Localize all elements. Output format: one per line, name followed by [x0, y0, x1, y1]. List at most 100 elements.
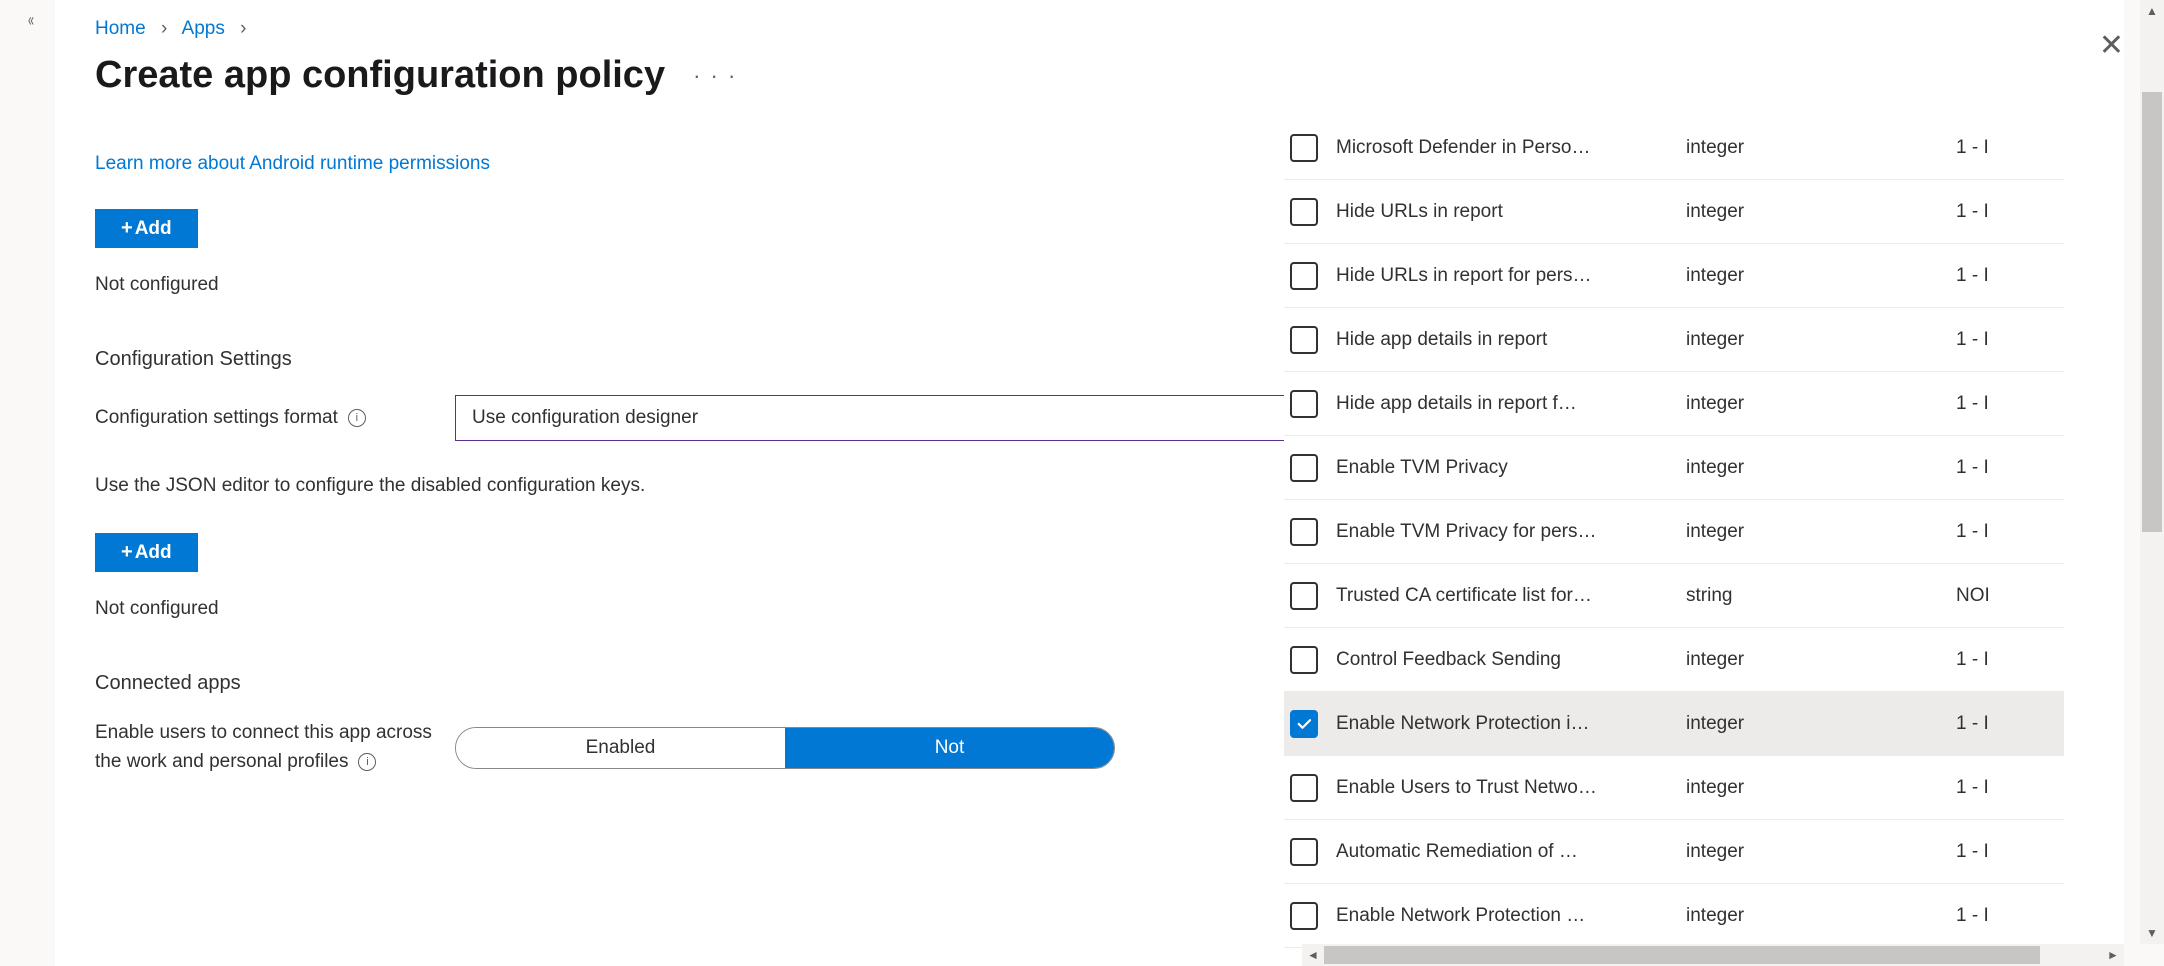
setting-value: NOI: [1956, 585, 2064, 607]
checkbox[interactable]: [1290, 134, 1318, 162]
setting-value: 1 - I: [1956, 265, 2064, 287]
checkbox[interactable]: [1290, 326, 1318, 354]
horizontal-scrollbar[interactable]: ◄ ►: [1302, 944, 2124, 966]
setting-type: integer: [1686, 393, 1956, 415]
add-permission-button[interactable]: +Add: [95, 209, 198, 248]
setting-type: integer: [1686, 649, 1956, 671]
setting-value: 1 - I: [1956, 201, 2064, 223]
json-helper-text: Use the JSON editor to configure the dis…: [95, 475, 1315, 497]
plus-icon: +: [121, 217, 133, 240]
setting-value: 1 - I: [1956, 713, 2064, 735]
add-config-button[interactable]: +Add: [95, 533, 198, 572]
scroll-right-icon[interactable]: ►: [2102, 948, 2124, 962]
chevron-right-icon: ›: [240, 18, 246, 39]
page-title: Create app configuration policy: [95, 54, 665, 97]
breadcrumb: Home › Apps ›: [95, 18, 1315, 40]
setting-value: 1 - I: [1956, 905, 2064, 927]
setting-type: integer: [1686, 201, 1956, 223]
setting-name: Enable Users to Trust Netwo…: [1336, 777, 1686, 799]
table-row[interactable]: Enable Network Protection i…integer1 - I: [1284, 692, 2064, 756]
setting-type: integer: [1686, 265, 1956, 287]
config-status: Not configured: [95, 598, 1315, 620]
section-connected-apps: Connected apps: [95, 672, 1315, 695]
table-row[interactable]: Enable TVM Privacy for pers…integer1 - I: [1284, 500, 2064, 564]
checkbox[interactable]: [1290, 774, 1318, 802]
main-content: Home › Apps › Create app configuration p…: [55, 0, 1355, 966]
setting-type: integer: [1686, 521, 1956, 543]
checkbox[interactable]: [1290, 582, 1318, 610]
setting-type: integer: [1686, 713, 1956, 735]
scroll-up-icon[interactable]: ▲: [2140, 0, 2164, 22]
breadcrumb-apps[interactable]: Apps: [182, 18, 225, 39]
checkbox[interactable]: [1290, 518, 1318, 546]
setting-value: 1 - I: [1956, 457, 2064, 479]
checkbox[interactable]: [1290, 454, 1318, 482]
config-format-dropdown[interactable]: Use configuration designer: [455, 395, 1315, 441]
connected-apps-label: Enable users to connect this app across …: [95, 719, 455, 776]
setting-value: 1 - I: [1956, 777, 2064, 799]
table-row[interactable]: Hide URLs in reportinteger1 - I: [1284, 180, 2064, 244]
table-row[interactable]: Automatic Remediation of …integer1 - I: [1284, 820, 2064, 884]
scroll-down-icon[interactable]: ▼: [2140, 922, 2164, 944]
settings-panel: ✕ Microsoft Defender in Perso…integer1 -…: [1284, 0, 2124, 966]
setting-name: Enable Network Protection i…: [1336, 713, 1686, 735]
table-row[interactable]: Hide app details in report f…integer1 - …: [1284, 372, 2064, 436]
chevron-right-icon: ›: [161, 18, 167, 39]
setting-type: integer: [1686, 137, 1956, 159]
setting-name: Hide URLs in report: [1336, 201, 1686, 223]
checkbox[interactable]: [1290, 390, 1318, 418]
table-row[interactable]: Hide app details in reportinteger1 - I: [1284, 308, 2064, 372]
setting-name: Enable TVM Privacy for pers…: [1336, 521, 1686, 543]
breadcrumb-home[interactable]: Home: [95, 18, 146, 39]
close-icon[interactable]: ✕: [2099, 28, 2124, 63]
section-config-settings: Configuration Settings: [95, 348, 1315, 371]
collapse-nav-icon[interactable]: «: [28, 10, 34, 31]
plus-icon: +: [121, 541, 133, 564]
setting-value: 1 - I: [1956, 841, 2064, 863]
connected-apps-toggle[interactable]: Enabled Not: [455, 727, 1115, 769]
scroll-left-icon[interactable]: ◄: [1302, 948, 1324, 962]
table-row[interactable]: Control Feedback Sendinginteger1 - I: [1284, 628, 2064, 692]
setting-value: 1 - I: [1956, 393, 2064, 415]
setting-type: integer: [1686, 777, 1956, 799]
checkbox[interactable]: [1290, 710, 1318, 738]
setting-value: 1 - I: [1956, 329, 2064, 351]
table-row[interactable]: Trusted CA certificate list for…stringNO…: [1284, 564, 2064, 628]
setting-name: Microsoft Defender in Perso…: [1336, 137, 1686, 159]
checkbox[interactable]: [1290, 198, 1318, 226]
setting-name: Enable Network Protection …: [1336, 905, 1686, 927]
vertical-scrollbar[interactable]: ▲ ▼: [2140, 0, 2164, 944]
table-row[interactable]: Enable TVM Privacyinteger1 - I: [1284, 436, 2064, 500]
permissions-status: Not configured: [95, 274, 1315, 296]
table-row[interactable]: Enable Network Protection …integer1 - I: [1284, 884, 2064, 948]
toggle-enabled[interactable]: Enabled: [456, 728, 785, 768]
setting-name: Hide URLs in report for pers…: [1336, 265, 1686, 287]
setting-name: Trusted CA certificate list for…: [1336, 585, 1686, 607]
setting-type: integer: [1686, 329, 1956, 351]
setting-name: Automatic Remediation of …: [1336, 841, 1686, 863]
setting-name: Control Feedback Sending: [1336, 649, 1686, 671]
info-icon[interactable]: i: [358, 753, 376, 771]
checkbox[interactable]: [1290, 838, 1318, 866]
config-format-label: Configuration settings format i: [95, 407, 455, 429]
setting-name: Hide app details in report f…: [1336, 393, 1686, 415]
checkbox[interactable]: [1290, 646, 1318, 674]
setting-value: 1 - I: [1956, 649, 2064, 671]
setting-value: 1 - I: [1956, 521, 2064, 543]
setting-type: integer: [1686, 841, 1956, 863]
info-icon[interactable]: i: [348, 409, 366, 427]
learn-more-link[interactable]: Learn more about Android runtime permiss…: [95, 153, 490, 175]
settings-grid: Microsoft Defender in Perso…integer1 - I…: [1284, 116, 2064, 948]
setting-name: Enable TVM Privacy: [1336, 457, 1686, 479]
toggle-not[interactable]: Not: [785, 728, 1114, 768]
checkbox[interactable]: [1290, 262, 1318, 290]
checkbox[interactable]: [1290, 902, 1318, 930]
more-actions-icon[interactable]: · · ·: [693, 63, 737, 89]
table-row[interactable]: Hide URLs in report for pers…integer1 - …: [1284, 244, 2064, 308]
table-row[interactable]: Enable Users to Trust Netwo…integer1 - I: [1284, 756, 2064, 820]
setting-type: string: [1686, 585, 1956, 607]
setting-type: integer: [1686, 457, 1956, 479]
setting-value: 1 - I: [1956, 137, 2064, 159]
table-row[interactable]: Microsoft Defender in Perso…integer1 - I: [1284, 116, 2064, 180]
setting-name: Hide app details in report: [1336, 329, 1686, 351]
